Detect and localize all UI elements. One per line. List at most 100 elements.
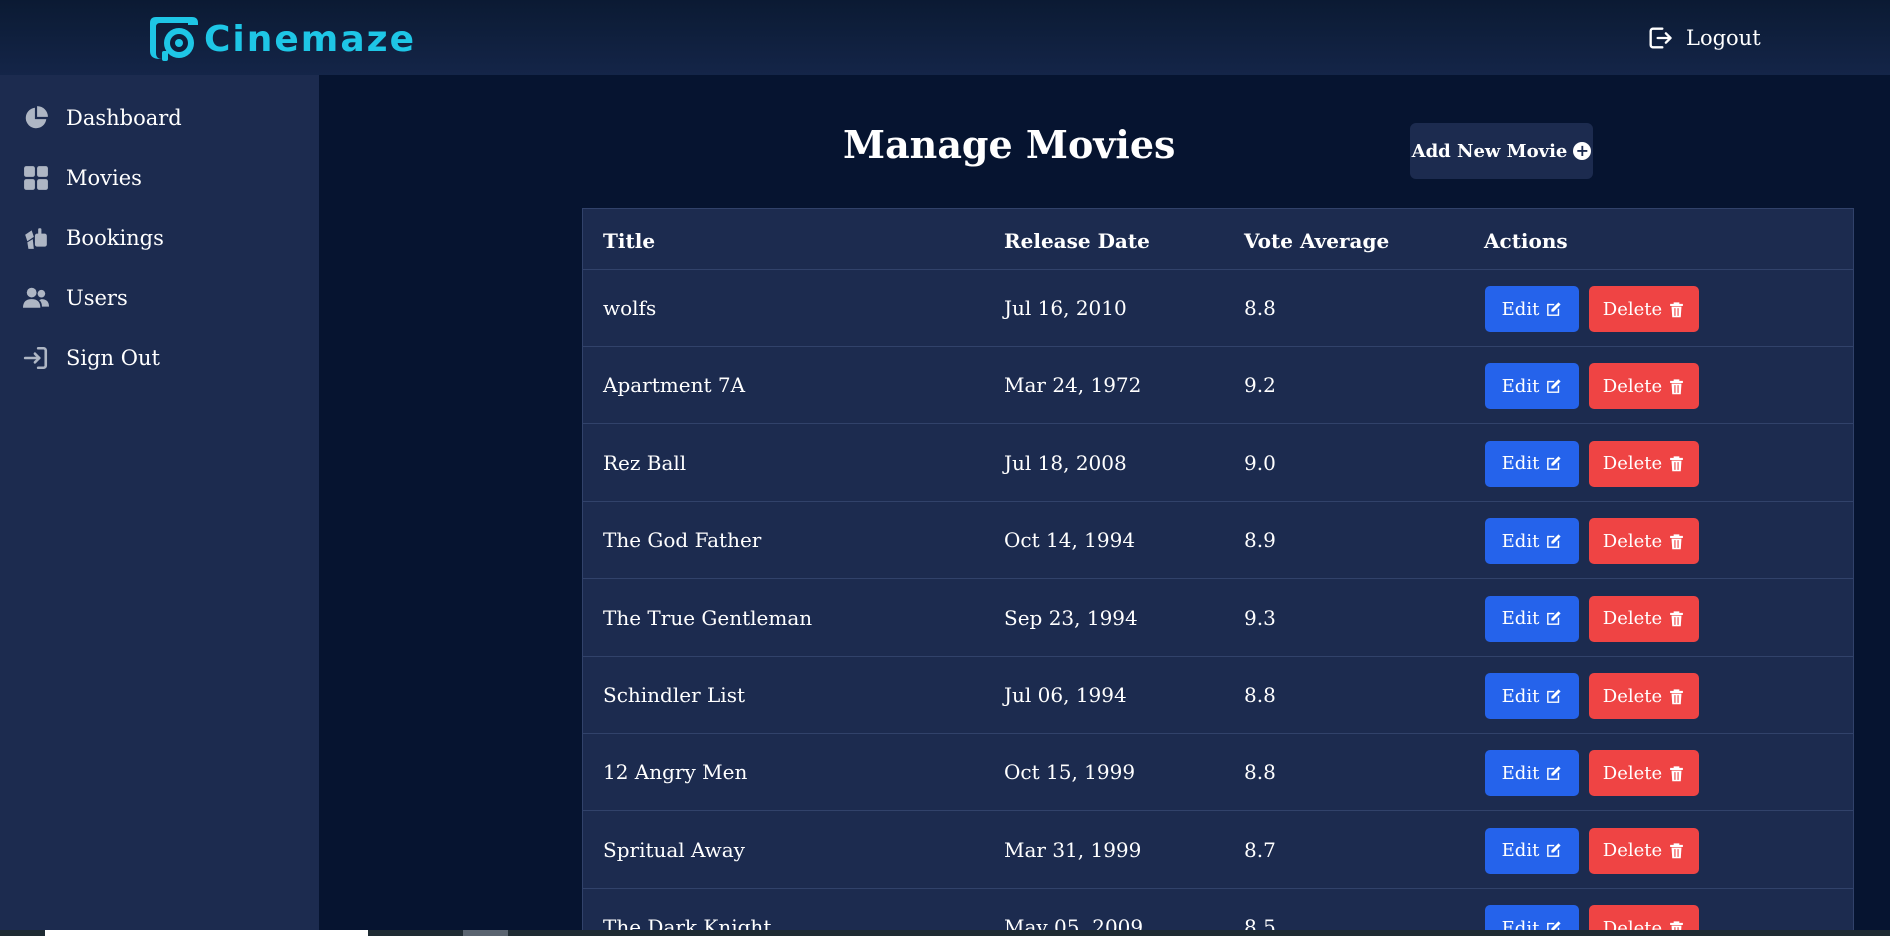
sidebar-item-movies[interactable]: Movies bbox=[22, 160, 142, 196]
sidebar-item-label: Sign Out bbox=[66, 346, 160, 370]
sidebar-item-dashboard[interactable]: Dashboard bbox=[22, 100, 182, 136]
edit-button[interactable]: Edit bbox=[1485, 518, 1579, 565]
edit-button[interactable]: Edit bbox=[1485, 750, 1579, 797]
edit-label: Edit bbox=[1501, 608, 1540, 630]
delete-label: Delete bbox=[1602, 453, 1663, 475]
edit-icon bbox=[1547, 611, 1561, 625]
delete-label: Delete bbox=[1602, 840, 1663, 862]
delete-button[interactable]: Delete bbox=[1589, 440, 1699, 487]
trash-icon bbox=[1670, 766, 1684, 782]
sidebar-nav: Dashboard Movies Bookings Users Sign Out bbox=[0, 75, 319, 936]
trash-icon bbox=[1670, 688, 1684, 704]
sidebar-item-sign-out[interactable]: Sign Out bbox=[22, 340, 160, 376]
vote-average: 9.0 bbox=[1244, 450, 1276, 475]
page-title: Manage Movies bbox=[843, 122, 1176, 167]
table-row: 12 Angry Men Oct 15, 1999 8.8 Edit Delete bbox=[583, 734, 1853, 812]
edit-button[interactable]: Edit bbox=[1485, 827, 1579, 874]
edit-icon bbox=[1547, 456, 1561, 471]
pie-chart-icon bbox=[22, 104, 50, 132]
edit-label: Edit bbox=[1501, 453, 1540, 475]
logout-button[interactable]: Logout bbox=[1646, 22, 1761, 54]
scrollbar-thumb[interactable] bbox=[45, 930, 368, 936]
delete-button[interactable]: Delete bbox=[1589, 827, 1699, 874]
release-date: Oct 15, 1999 bbox=[1004, 760, 1136, 785]
sidebar-item-label: Bookings bbox=[66, 226, 164, 250]
horizontal-scrollbar[interactable] bbox=[0, 930, 1890, 936]
movie-title: Spritual Away bbox=[603, 837, 745, 862]
delete-button[interactable]: Delete bbox=[1589, 363, 1699, 410]
trash-icon bbox=[1670, 611, 1684, 627]
delete-button[interactable]: Delete bbox=[1589, 518, 1699, 565]
logout-icon bbox=[1649, 27, 1672, 49]
trash-icon bbox=[1670, 534, 1684, 549]
table-row: The God Father Oct 14, 1994 8.9 Edit Delete bbox=[583, 502, 1853, 580]
edit-button[interactable]: Edit bbox=[1485, 440, 1579, 487]
sidebar-item-users[interactable]: Users bbox=[22, 280, 128, 316]
vote-average: 9.2 bbox=[1244, 373, 1276, 398]
release-date: Sep 23, 1994 bbox=[1004, 605, 1138, 630]
movie-title: 12 Angry Men bbox=[603, 760, 748, 785]
release-date: Jul 18, 2008 bbox=[1004, 450, 1127, 475]
vote-average: 8.8 bbox=[1244, 760, 1276, 785]
table-row: The Dark Knight May 05, 2009 8.5 Edit Delete bbox=[583, 889, 1853, 935]
delete-label: Delete bbox=[1602, 762, 1663, 784]
delete-label: Delete bbox=[1602, 608, 1663, 630]
edit-icon bbox=[1547, 688, 1561, 703]
delete-label: Delete bbox=[1602, 298, 1663, 320]
grid-icon bbox=[22, 164, 50, 192]
sidebar-item-label: Users bbox=[66, 286, 128, 310]
movie-title: Apartment 7A bbox=[603, 373, 746, 398]
app-name: Cinemaze bbox=[204, 18, 416, 60]
plus-circle-icon: + bbox=[1573, 142, 1592, 160]
trash-icon bbox=[1670, 456, 1684, 472]
edit-label: Edit bbox=[1501, 840, 1540, 862]
movie-title: The God Father bbox=[603, 528, 762, 553]
delete-label: Delete bbox=[1602, 375, 1663, 397]
edit-icon bbox=[1547, 379, 1561, 393]
trash-icon bbox=[1670, 379, 1684, 395]
vote-average: 8.7 bbox=[1244, 837, 1276, 862]
delete-label: Delete bbox=[1602, 685, 1663, 707]
delete-label: Delete bbox=[1602, 530, 1663, 552]
edit-label: Edit bbox=[1501, 530, 1540, 552]
trash-icon bbox=[1670, 843, 1684, 859]
movie-title: wolfs bbox=[603, 296, 657, 320]
table-row: The True Gentleman Sep 23, 1994 9.3 Edit Del… bbox=[583, 580, 1853, 657]
movie-title: Rez Ball bbox=[603, 450, 687, 475]
delete-button[interactable]: Delete bbox=[1589, 673, 1699, 719]
sidebar-item-bookings[interactable]: Bookings bbox=[22, 220, 164, 256]
movie-title: Schindler List bbox=[603, 683, 745, 707]
table-row: Rez Ball Jul 18, 2008 9.0 Edit Delete bbox=[583, 425, 1853, 502]
table-row: Apartment 7A Mar 24, 1972 9.2 Edit Delete bbox=[583, 347, 1853, 425]
sidebar-item-label: Movies bbox=[66, 166, 142, 190]
table-row: wolfs Jul 16, 2010 8.8 Edit Delete bbox=[583, 270, 1853, 347]
movie-title: The True Gentleman bbox=[603, 605, 813, 630]
table-row: Schindler List Jul 06, 1994 8.8 Edit Delete bbox=[583, 657, 1853, 734]
delete-button[interactable]: Delete bbox=[1589, 286, 1699, 332]
edit-label: Edit bbox=[1501, 762, 1540, 784]
column-header-vote-average[interactable]: Vote Average bbox=[1244, 229, 1389, 253]
edit-button[interactable]: Edit bbox=[1485, 363, 1579, 410]
edit-icon bbox=[1547, 766, 1561, 780]
movies-table: Title Release Date Vote Average Actions … bbox=[582, 208, 1854, 936]
add-new-movie-button[interactable]: Add New Movie + bbox=[1410, 123, 1593, 179]
edit-label: Edit bbox=[1501, 375, 1540, 397]
add-new-movie-label: Add New Movie bbox=[1411, 140, 1568, 162]
column-header-title[interactable]: Title bbox=[603, 229, 655, 253]
sign-in-icon bbox=[22, 344, 50, 372]
app-logo[interactable]: Cinemaze bbox=[148, 10, 416, 66]
edit-label: Edit bbox=[1501, 298, 1540, 320]
release-date: Mar 24, 1972 bbox=[1004, 373, 1142, 398]
edit-button[interactable]: Edit bbox=[1485, 595, 1579, 642]
release-date: Oct 14, 1994 bbox=[1004, 528, 1136, 553]
sidebar-item-label: Dashboard bbox=[66, 106, 182, 130]
edit-button[interactable]: Edit bbox=[1485, 673, 1579, 719]
trash-icon bbox=[1670, 301, 1684, 317]
delete-button[interactable]: Delete bbox=[1589, 595, 1699, 642]
vote-average: 9.3 bbox=[1244, 605, 1276, 630]
delete-button[interactable]: Delete bbox=[1589, 750, 1699, 797]
edit-icon bbox=[1547, 534, 1561, 548]
column-header-release-date[interactable]: Release Date bbox=[1004, 229, 1150, 253]
ticket-icon bbox=[22, 224, 50, 252]
edit-button[interactable]: Edit bbox=[1485, 286, 1579, 332]
